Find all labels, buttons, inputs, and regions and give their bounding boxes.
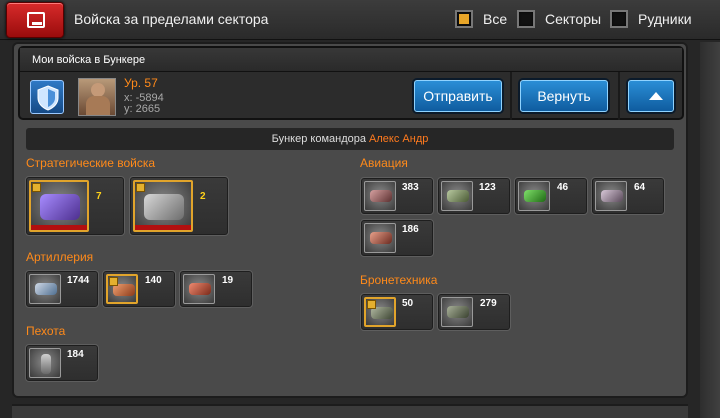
shield-icon	[30, 80, 64, 114]
rank-badge-icon	[32, 183, 41, 192]
unit-slot-artillery-1[interactable]: 1744	[25, 270, 99, 308]
infantry-soldier-icon	[29, 348, 61, 378]
unit-count: 7	[96, 191, 102, 202]
section-strategic-title: Стратегические войска	[26, 156, 156, 170]
unit-slot-strategic-2[interactable]: 2	[129, 176, 229, 236]
armor-tank-icon	[364, 297, 396, 327]
rank-badge-icon	[136, 183, 145, 192]
bunker-header: Мои войска в Бункере	[20, 48, 682, 72]
bunker-title: Мои войска в Бункере	[32, 54, 146, 66]
armor-heavy-tank-icon	[441, 297, 473, 327]
unit-slot-aviation-4[interactable]: 64	[591, 177, 665, 215]
collapse-button[interactable]	[628, 80, 674, 112]
section-infantry-title: Пехота	[26, 324, 66, 338]
filter-sectors[interactable]: Секторы	[517, 9, 601, 29]
unit-count: 186	[402, 224, 419, 235]
strategic-mech-icon	[29, 180, 89, 232]
bunker-panel: Мои войска в Бункере Ур. 57 x: -5894 y: …	[18, 46, 684, 120]
exit-icon	[27, 12, 45, 28]
unit-count: 64	[634, 182, 646, 193]
close-button[interactable]	[6, 2, 64, 38]
unit-slot-strategic-1[interactable]: 7	[25, 176, 125, 236]
commander-bar: Бункер командора Алекс Андр	[26, 128, 674, 150]
player-level: Ур. 57	[124, 76, 158, 90]
right-rail	[700, 42, 720, 418]
window-title: Войска за пределами сектора	[74, 11, 269, 27]
section-artillery-title: Артиллерия	[26, 250, 94, 264]
artillery-heavy-icon	[183, 274, 215, 304]
unit-count: 184	[67, 349, 84, 360]
filter-mines[interactable]: Рудники	[610, 9, 692, 29]
unit-slot-artillery-2[interactable]: 140	[102, 270, 176, 308]
filter-mines-checkbox[interactable]	[610, 10, 628, 28]
filter-sectors-label: Секторы	[545, 11, 602, 27]
arrow-up-icon	[649, 92, 663, 100]
unit-slot-armor-2[interactable]: 279	[437, 293, 511, 331]
unit-slot-armor-1[interactable]: 50	[360, 293, 434, 331]
aviation-gunship-icon	[364, 181, 396, 211]
filter-all[interactable]: Все	[455, 9, 507, 29]
unit-count: 1744	[67, 275, 90, 286]
artillery-launcher-icon	[29, 274, 61, 304]
filter-mines-label: Рудники	[638, 11, 692, 27]
unit-slot-aviation-2[interactable]: 123	[437, 177, 511, 215]
coord-y: y: 2665	[124, 103, 161, 115]
aviation-bomber-icon	[364, 223, 396, 253]
rank-badge-icon	[367, 300, 376, 309]
rank-badge-icon	[109, 277, 118, 286]
unit-count: 50	[402, 298, 414, 309]
aviation-fighter-icon	[595, 181, 627, 211]
bottom-strip	[12, 404, 688, 418]
filter-all-checkbox[interactable]	[455, 10, 473, 28]
filter-all-label: Все	[483, 11, 508, 27]
unit-count: 140	[145, 275, 162, 286]
unit-slot-aviation-5[interactable]: 186	[360, 219, 434, 257]
commander-label: Бункер командора	[271, 133, 366, 145]
aviation-green-drone-icon	[518, 181, 550, 211]
return-button[interactable]: Вернуть	[520, 80, 608, 112]
unit-slot-aviation-3[interactable]: 46	[514, 177, 588, 215]
unit-count: 19	[222, 275, 234, 286]
aviation-helicopter-icon	[441, 181, 473, 211]
artillery-rocket-icon	[106, 274, 138, 304]
strategic-walker-icon	[133, 180, 193, 232]
unit-count: 2	[200, 191, 206, 202]
commander-avatar	[78, 78, 116, 116]
commander-name[interactable]: Алекс Андр	[369, 133, 428, 145]
send-button[interactable]: Отправить	[414, 80, 502, 112]
unit-slot-aviation-1[interactable]: 383	[360, 177, 434, 215]
unit-count: 383	[402, 182, 419, 193]
filter-sectors-checkbox[interactable]	[517, 10, 535, 28]
unit-count: 123	[479, 182, 496, 193]
unit-slot-infantry-1[interactable]: 184	[25, 344, 99, 382]
unit-count: 279	[480, 298, 497, 309]
section-armor-title: Бронетехника	[360, 273, 438, 287]
unit-slot-artillery-3[interactable]: 19	[179, 270, 253, 308]
section-aviation-title: Авиация	[360, 156, 408, 170]
top-bar: Войска за пределами сектора Все Секторы …	[0, 0, 720, 40]
unit-count: 46	[557, 182, 569, 193]
